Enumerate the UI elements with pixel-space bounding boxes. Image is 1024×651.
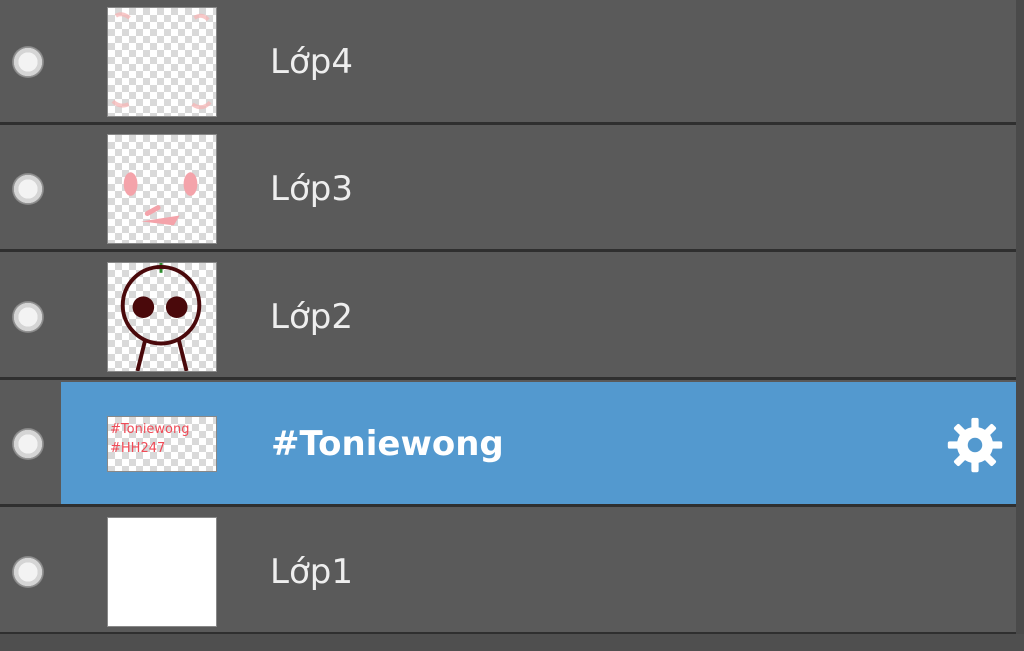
layer-label: Lớp2 (270, 297, 353, 337)
layer-thumbnail[interactable] (107, 517, 217, 627)
layer-label: Lớp3 (270, 169, 353, 209)
layer-row-lop3[interactable]: Lớp3 (0, 127, 1016, 252)
layer-thumbnail[interactable] (107, 262, 217, 372)
panel-bottom-strip (0, 634, 1024, 651)
layer-thumbnail[interactable] (107, 7, 217, 117)
layer-thumbnail[interactable]: #Toniewong #HH247 (107, 416, 217, 472)
layer-thumbnail[interactable] (107, 134, 217, 244)
layer-row-lop4[interactable]: Lớp4 (0, 0, 1016, 125)
layer-row-toniewong[interactable]: #Toniewong #HH247 #Toniewong (0, 382, 1016, 507)
visibility-toggle-icon[interactable] (12, 301, 44, 333)
layer-row-lop1[interactable]: Lớp1 (0, 510, 1016, 635)
visibility-toggle-icon[interactable] (12, 428, 44, 460)
character-outline-icon (120, 263, 202, 371)
layer-label: #Toniewong (271, 424, 504, 464)
layer-row-lop2[interactable]: Lớp2 (0, 255, 1016, 380)
gear-icon[interactable] (946, 416, 1004, 474)
layers-panel: Lớp4 Lớp3 Lớp2 #Toniewong #HH247 #Toniew… (0, 0, 1024, 651)
thumbnail-text: #Toniewong #HH247 (110, 422, 190, 456)
panel-edge (1016, 0, 1024, 651)
layer-label: Lớp4 (270, 42, 353, 82)
pink-face-marks-icon (123, 172, 198, 226)
transparent-sketch-icon (111, 12, 212, 110)
visibility-toggle-icon[interactable] (12, 173, 44, 205)
visibility-toggle-icon[interactable] (12, 46, 44, 78)
white-fill-icon (108, 518, 216, 626)
visibility-toggle-icon[interactable] (12, 556, 44, 588)
layer-label: Lớp1 (270, 552, 353, 592)
